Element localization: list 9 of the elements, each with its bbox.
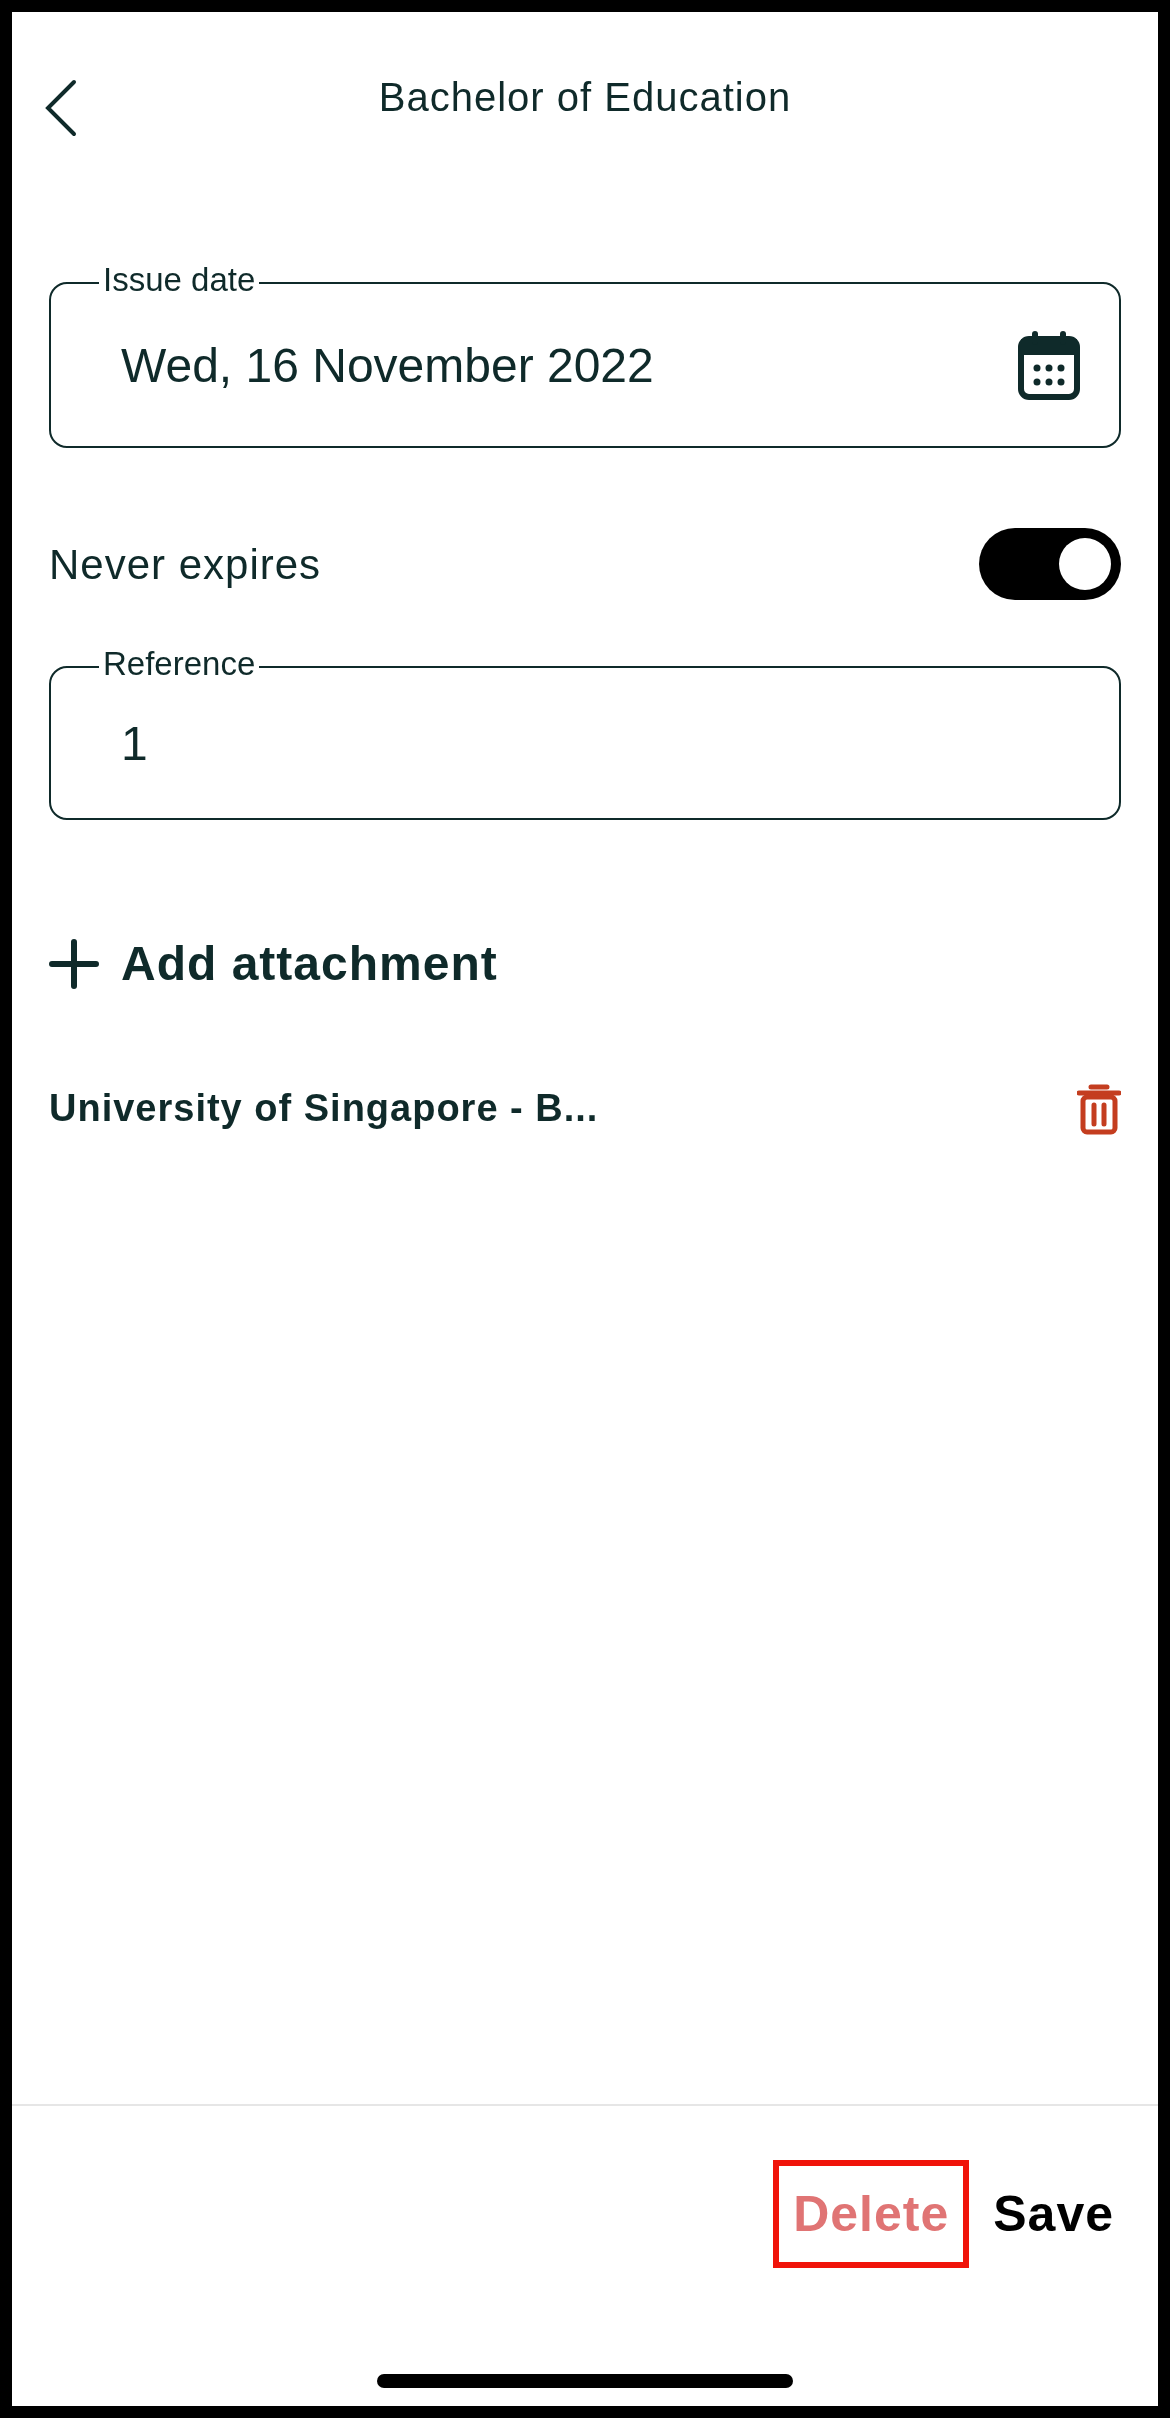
toggle-label: Never expires — [49, 539, 322, 590]
save-button[interactable]: Save — [973, 2160, 1134, 2268]
add-attachment-button[interactable]: Add attachment — [49, 928, 498, 1000]
trash-icon — [1077, 1082, 1121, 1135]
plus-icon — [49, 939, 99, 989]
calendar-icon[interactable] — [1017, 329, 1081, 401]
delete-attachment-button[interactable] — [1077, 1082, 1121, 1135]
attachment-name: University of Singapore - B... — [49, 1086, 599, 1131]
screen-title: Bachelor of Education — [378, 74, 792, 121]
